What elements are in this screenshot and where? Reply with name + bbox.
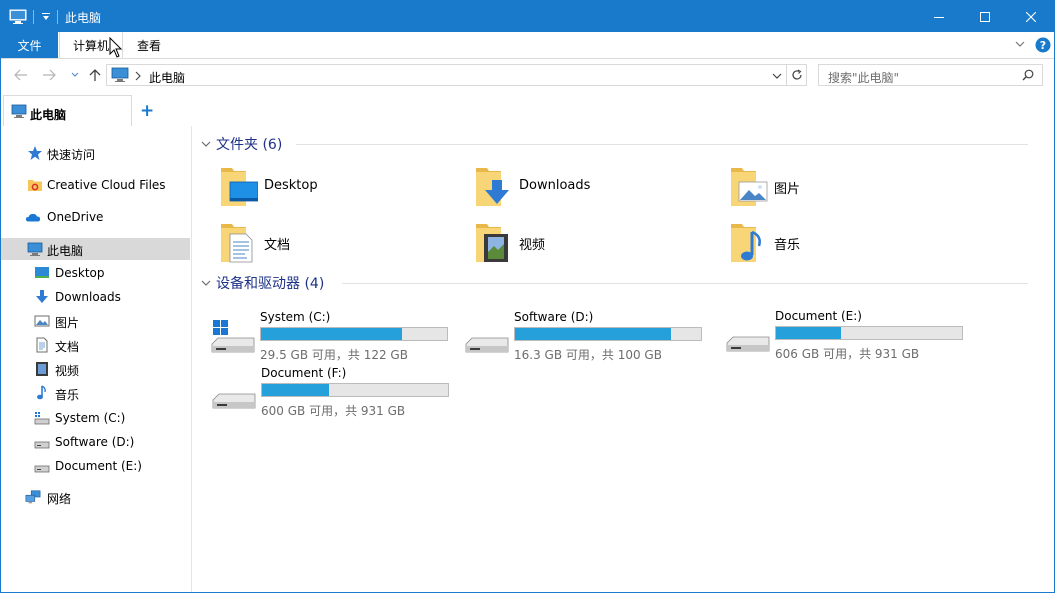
- drive-icon: [212, 393, 256, 409]
- system-drive-icon: [211, 320, 255, 353]
- file-explorer-window: 此电脑 文件 计算机 查看 ? 此电脑 搜索"此电脑" 此电脑 + 快速访问 C…: [0, 0, 1055, 593]
- address-row: 此电脑 搜索"此电脑": [1, 59, 1054, 92]
- mouse-cursor-icon: [109, 37, 123, 58]
- ribbon-tabs: 文件 计算机 查看 ?: [1, 32, 1054, 59]
- computer-icon: [27, 242, 43, 256]
- window-title: 此电脑: [65, 11, 102, 25]
- new-tab-button[interactable]: +: [140, 101, 154, 121]
- navigation-pane: 快速访问 Creative Cloud Files OneDrive 此电脑 D…: [1, 126, 192, 592]
- sidebar-item-documents[interactable]: 文档: [1, 334, 190, 356]
- pictures-icon: [34, 315, 50, 327]
- computer-icon[interactable]: [9, 1, 27, 32]
- content-pane: 文件夹 (6) Desktop Downloads 图片 文档 视频 音乐 设备…: [192, 126, 1054, 592]
- tab-strip: 此电脑 +: [1, 92, 1054, 126]
- sidebar-item-this-pc[interactable]: 此电脑: [1, 238, 190, 260]
- drive-f[interactable]: Document (F:) 600 GB 可用，共 931 GB: [211, 366, 471, 418]
- address-dropdown-icon[interactable]: [771, 71, 783, 81]
- up-button[interactable]: [85, 65, 105, 85]
- group-divider: [342, 283, 1028, 284]
- download-icon: [36, 290, 48, 303]
- star-icon: [28, 146, 42, 160]
- sidebar-item-creative-cloud[interactable]: Creative Cloud Files: [1, 174, 190, 196]
- folder-desktop[interactable]: Desktop: [218, 166, 468, 214]
- group-header-drives[interactable]: 设备和驱动器 (4): [200, 273, 1050, 293]
- chevron-right-icon[interactable]: [134, 71, 142, 81]
- minimize-button[interactable]: [916, 1, 962, 32]
- sidebar-item-desktop[interactable]: Desktop: [1, 262, 190, 284]
- tab-this-pc[interactable]: 此电脑: [3, 95, 132, 126]
- drive-icon: [34, 465, 50, 473]
- music-icon: [37, 385, 46, 400]
- folder-downloads[interactable]: Downloads: [473, 166, 723, 214]
- sidebar-item-videos[interactable]: 视频: [1, 358, 190, 380]
- forward-button[interactable]: [39, 65, 59, 85]
- separator: [33, 1, 34, 32]
- sidebar-item-onedrive[interactable]: OneDrive: [1, 206, 190, 228]
- sidebar-item-downloads[interactable]: Downloads: [1, 286, 190, 308]
- capacity-bar: [514, 327, 702, 341]
- sidebar-item-network[interactable]: 网络: [1, 486, 190, 508]
- folder-music[interactable]: 音乐: [728, 222, 978, 270]
- drive-icon: [34, 412, 50, 425]
- pictures-folder-icon: [731, 168, 768, 206]
- separator: [57, 1, 58, 32]
- sidebar-item-quick-access[interactable]: 快速访问: [1, 142, 190, 164]
- capacity-bar: [261, 383, 449, 397]
- computer-icon: [11, 104, 27, 118]
- sidebar-item-music[interactable]: 音乐: [1, 382, 190, 404]
- back-button[interactable]: [11, 65, 31, 85]
- tab-file[interactable]: 文件: [1, 32, 58, 58]
- search-icon[interactable]: [1022, 69, 1034, 81]
- sidebar-item-drive-e[interactable]: Document (E:): [1, 455, 190, 477]
- network-icon: [25, 490, 41, 504]
- quick-access-dropdown-icon[interactable]: [40, 1, 52, 32]
- refresh-icon: [791, 69, 802, 80]
- capacity-bar: [775, 326, 963, 340]
- sidebar-item-drive-d[interactable]: Software (D:): [1, 431, 190, 453]
- drive-icon: [465, 337, 509, 353]
- drive-d[interactable]: Software (D:) 16.3 GB 可用，共 100 GB: [464, 310, 724, 362]
- recent-locations-button[interactable]: [65, 65, 85, 85]
- svg-text:?: ?: [1040, 39, 1046, 52]
- expand-ribbon-icon[interactable]: [1014, 38, 1026, 53]
- desktop-folder-icon: [221, 168, 258, 206]
- music-folder-icon: [731, 224, 761, 262]
- title-bar: 此电脑: [1, 1, 1054, 32]
- help-icon[interactable]: ?: [1035, 37, 1051, 56]
- folder-pictures[interactable]: 图片: [728, 166, 978, 214]
- documents-folder-icon: [221, 224, 253, 263]
- drive-icon: [34, 441, 50, 449]
- downloads-folder-icon: [476, 168, 509, 206]
- tab-view[interactable]: 查看: [125, 32, 173, 58]
- videos-folder-icon: [476, 224, 508, 262]
- cloud-icon: [25, 213, 41, 222]
- folder-videos[interactable]: 视频: [473, 222, 723, 270]
- drive-e[interactable]: Document (E:) 606 GB 可用，共 931 GB: [725, 309, 985, 361]
- desktop-icon: [35, 267, 49, 278]
- videos-icon: [36, 362, 48, 376]
- sidebar-item-pictures[interactable]: 图片: [1, 310, 190, 332]
- maximize-button[interactable]: [962, 1, 1008, 32]
- close-button[interactable]: [1008, 1, 1054, 32]
- address-bar[interactable]: 此电脑: [106, 64, 787, 86]
- drive-c[interactable]: System (C:) 29.5 GB 可用，共 122 GB: [210, 310, 470, 362]
- documents-icon: [36, 337, 48, 353]
- breadcrumb[interactable]: 此电脑: [149, 69, 185, 86]
- creative-cloud-folder-icon: [28, 180, 42, 191]
- chevron-down-icon: [201, 141, 211, 147]
- capacity-bar: [260, 327, 448, 341]
- group-header-folders[interactable]: 文件夹 (6): [200, 134, 1050, 154]
- computer-icon: [111, 67, 129, 82]
- search-input[interactable]: 搜索"此电脑": [818, 64, 1043, 86]
- folder-documents[interactable]: 文档: [218, 222, 468, 270]
- refresh-button[interactable]: [786, 64, 807, 86]
- group-divider: [296, 144, 1028, 145]
- search-placeholder: 搜索"此电脑": [828, 71, 900, 85]
- drive-icon: [726, 336, 770, 352]
- sidebar-item-drive-c[interactable]: System (C:): [1, 407, 190, 429]
- chevron-down-icon: [201, 280, 211, 286]
